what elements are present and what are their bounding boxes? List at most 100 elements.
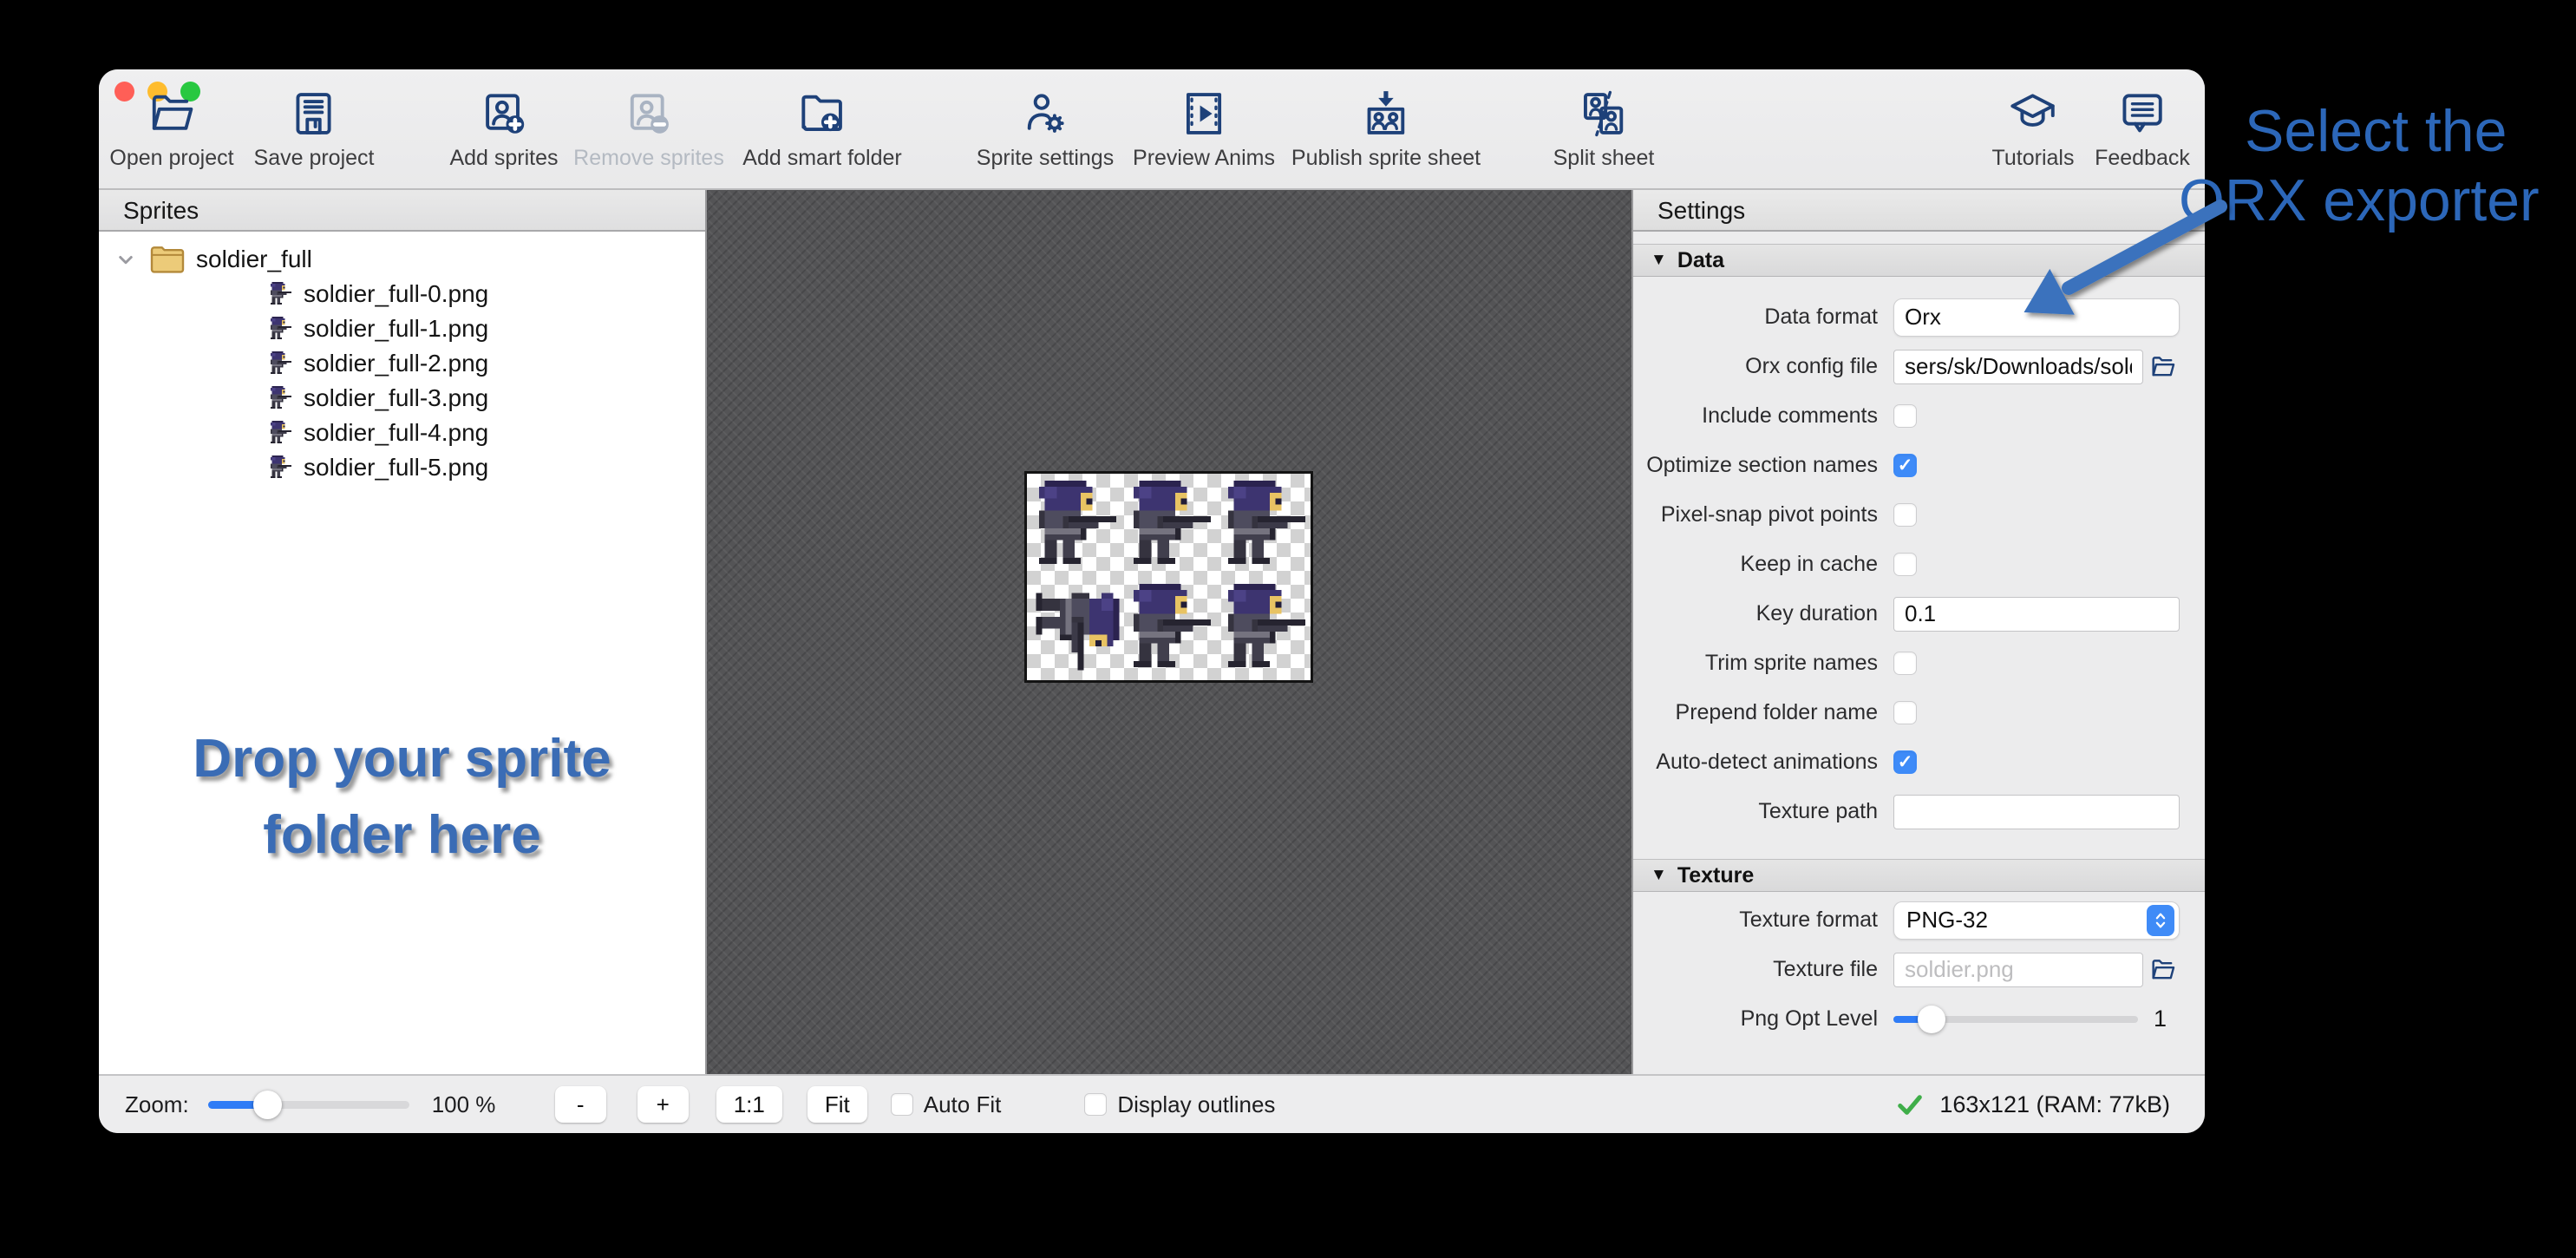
zoom-slider-thumb[interactable] — [253, 1091, 282, 1119]
zoom-label: Zoom: — [125, 1091, 189, 1118]
row-auto-detect-animations: Auto-detect animations — [1633, 737, 2205, 787]
trim-sprite-names-checkbox[interactable] — [1893, 652, 1917, 675]
zoom-out-button[interactable]: - — [555, 1086, 606, 1123]
texture-path-input[interactable] — [1893, 795, 2180, 829]
auto-fit-checkbox[interactable] — [891, 1093, 913, 1116]
sprite-thumbnail-icon — [269, 386, 291, 410]
zoom-in-button[interactable]: + — [637, 1086, 689, 1123]
toolbar-feedback[interactable]: Feedback — [2095, 87, 2190, 171]
row-png-opt-level: Png Opt Level 1 — [1633, 994, 2205, 1044]
include-comments-checkbox[interactable] — [1893, 404, 1917, 428]
feedback-speech-bubble-icon — [2115, 87, 2169, 141]
sprite-frame — [1216, 577, 1311, 680]
split-sheet-icon — [1577, 87, 1631, 141]
folder-icon — [149, 244, 186, 275]
sprite-sheet-preview — [1024, 471, 1313, 683]
zoom-fit-button[interactable]: Fit — [807, 1086, 867, 1123]
tree-file-label: soldier_full-4.png — [304, 419, 488, 447]
toolbar-publish-sprite-sheet[interactable]: Publish sprite sheet — [1291, 87, 1481, 171]
texture-file-input[interactable] — [1893, 953, 2143, 987]
section-header-texture[interactable]: ▼ Texture — [1633, 859, 2205, 892]
status-indicator: 163x121 (RAM: 77kB) — [1894, 1089, 2170, 1120]
toolbar-add-smart-folder[interactable]: Add smart folder — [742, 87, 901, 171]
pixel-snap-pivot-points-checkbox[interactable] — [1893, 503, 1917, 527]
collapse-triangle-icon: ▼ — [1651, 866, 1667, 885]
tree-folder-row[interactable]: soldier_full — [99, 242, 705, 277]
drop-hint-text: Drop your sprite folder here — [99, 721, 705, 874]
sprite-thumbnail-icon — [269, 455, 291, 480]
zoom-slider[interactable] — [208, 1091, 409, 1118]
app-window: Open project Save project Add sprites — [99, 69, 2205, 1133]
section-header-data[interactable]: ▼ Data — [1633, 244, 2205, 277]
row-trim-sprite-names: Trim sprite names — [1633, 639, 2205, 688]
row-key-duration: Key duration — [1633, 589, 2205, 639]
png-opt-level-slider[interactable] — [1893, 1006, 2138, 1033]
sprite-frame — [1121, 577, 1216, 680]
remove-sprites-icon — [622, 87, 676, 141]
tree-file-row[interactable]: soldier_full-4.png — [99, 416, 705, 450]
tree-file-row[interactable]: soldier_full-0.png — [99, 277, 705, 311]
sprite-frame-rotated — [1027, 577, 1121, 680]
zoom-percent: 100 % — [432, 1091, 510, 1118]
row-data-format: Data format — [1633, 292, 2205, 342]
preview-canvas[interactable] — [707, 190, 1631, 1074]
tree-file-row[interactable]: soldier_full-5.png — [99, 450, 705, 485]
row-texture-format: Texture format PNG-32 — [1633, 895, 2205, 945]
display-outlines-option[interactable]: Display outlines — [1084, 1091, 1275, 1118]
display-outlines-checkbox[interactable] — [1084, 1093, 1107, 1116]
sprites-panel-title: Sprites — [99, 190, 705, 232]
toolbar-open-project[interactable]: Open project — [109, 87, 233, 171]
main-area: Sprites soldier_full soldier_full-0.png — [99, 190, 2205, 1074]
sprite-frame — [1121, 474, 1216, 577]
tree-file-label: soldier_full-5.png — [304, 454, 488, 482]
settings-panel-title: Settings — [1633, 190, 2205, 232]
sprite-settings-icon — [1018, 87, 1072, 141]
tree-file-row[interactable]: soldier_full-2.png — [99, 346, 705, 381]
chevron-down-icon[interactable] — [113, 246, 139, 272]
sprite-thumbnail-icon — [269, 421, 291, 445]
toolbar-sprite-settings[interactable]: Sprite settings — [977, 87, 1114, 171]
toolbar-add-sprites[interactable]: Add sprites — [449, 87, 558, 171]
section-title: Texture — [1677, 863, 1754, 888]
preview-anims-icon — [1177, 87, 1231, 141]
success-check-icon — [1894, 1089, 1925, 1120]
texture-format-dropdown[interactable]: PNG-32 — [1893, 901, 2180, 940]
sprite-thumbnail-icon — [269, 351, 291, 376]
prepend-folder-name-checkbox[interactable] — [1893, 701, 1917, 724]
row-prepend-folder-name: Prepend folder name — [1633, 688, 2205, 737]
add-smart-folder-icon — [795, 87, 849, 141]
toolbar-label: Preview Anims — [1133, 146, 1275, 171]
toolbar-preview-anims[interactable]: Preview Anims — [1133, 87, 1275, 171]
keep-in-cache-checkbox[interactable] — [1893, 553, 1917, 576]
orx-config-file-input[interactable] — [1893, 350, 2143, 384]
slider-thumb[interactable] — [1918, 1006, 1945, 1033]
tutorials-graduation-cap-icon — [2006, 87, 2060, 141]
tree-file-label: soldier_full-1.png — [304, 315, 488, 343]
browse-orx-config-button[interactable] — [2143, 349, 2183, 385]
png-opt-level-value: 1 — [2154, 1006, 2167, 1032]
tree-file-row[interactable]: soldier_full-1.png — [99, 311, 705, 346]
zoom-1to1-button[interactable]: 1:1 — [716, 1086, 782, 1123]
data-format-input[interactable] — [1893, 298, 2180, 337]
settings-panel: Settings ▼ Data Data format Orx config f… — [1631, 190, 2205, 1074]
toolbar-label: Tutorials — [1992, 146, 2075, 171]
open-folder-icon — [145, 87, 199, 141]
toolbar-label: Add sprites — [449, 146, 558, 171]
tree-file-row[interactable]: soldier_full-3.png — [99, 381, 705, 416]
auto-fit-option[interactable]: Auto Fit — [891, 1091, 1002, 1118]
auto-detect-animations-checkbox[interactable] — [1893, 750, 1917, 774]
browse-texture-file-button[interactable] — [2143, 952, 2183, 988]
publish-sprite-sheet-icon — [1359, 87, 1413, 141]
key-duration-input[interactable] — [1893, 597, 2180, 632]
sprite-thumbnail-icon — [269, 317, 291, 341]
toolbar-label: Add smart folder — [742, 146, 901, 171]
toolbar-save-project[interactable]: Save project — [254, 87, 375, 171]
optimize-section-names-checkbox[interactable] — [1893, 454, 1917, 477]
toolbar-tutorials[interactable]: Tutorials — [1992, 87, 2075, 171]
status-text: 163x121 (RAM: 77kB) — [1939, 1091, 2170, 1118]
toolbar-split-sheet[interactable]: Split sheet — [1553, 87, 1655, 171]
toolbar-label: Split sheet — [1553, 146, 1655, 171]
toolbar-label: Remove sprites — [573, 146, 724, 171]
collapse-triangle-icon: ▼ — [1651, 251, 1667, 270]
toolbar-remove-sprites: Remove sprites — [573, 87, 724, 171]
